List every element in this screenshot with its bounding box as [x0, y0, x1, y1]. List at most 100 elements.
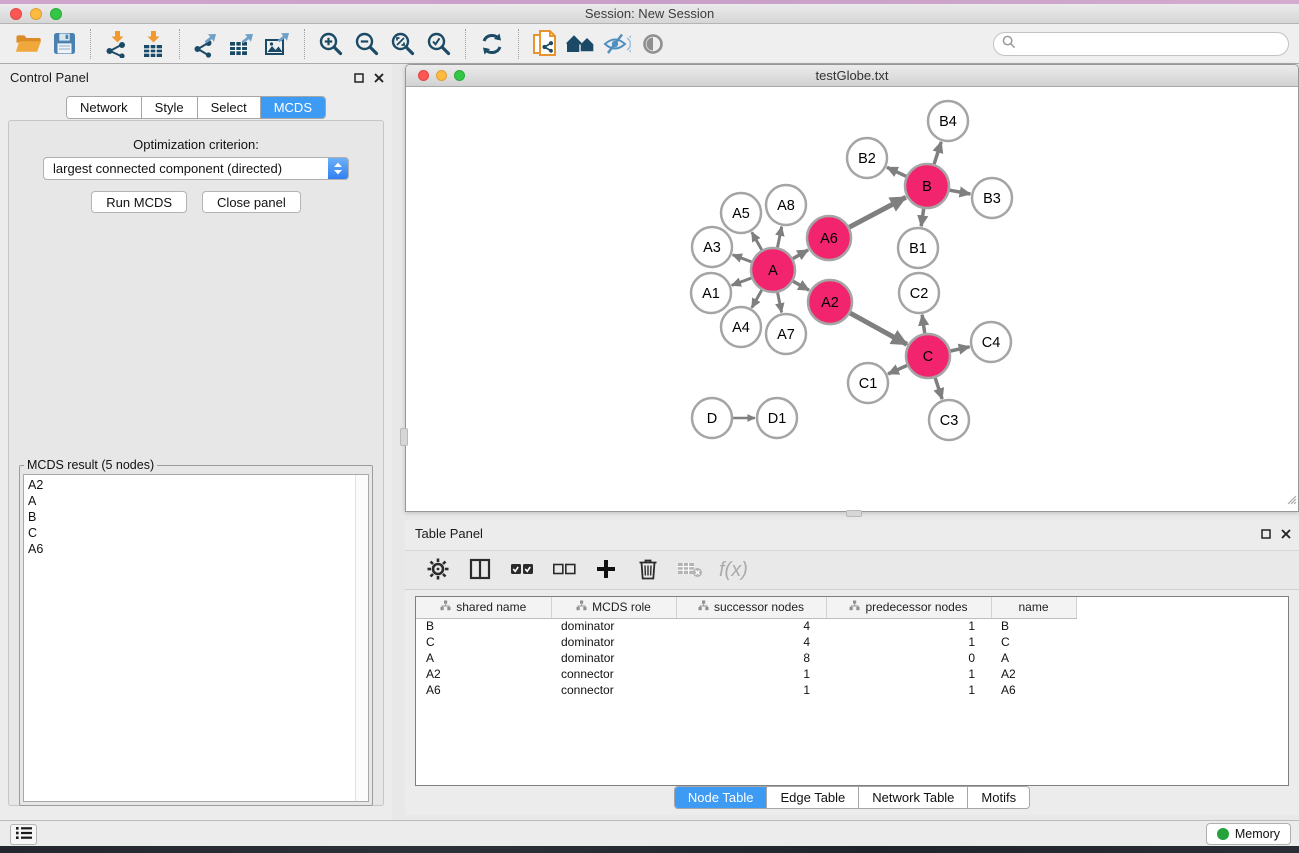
- graph-edge-B-B3[interactable]: [950, 190, 971, 194]
- table-cell[interactable]: dominator: [551, 634, 676, 650]
- graph-edge-B-B2[interactable]: [887, 167, 906, 176]
- graph-edge-C-C4[interactable]: [950, 347, 969, 351]
- run-mcds-button[interactable]: Run MCDS: [91, 191, 187, 213]
- search-input[interactable]: [1020, 36, 1288, 52]
- mcds-result-item[interactable]: A: [28, 493, 368, 509]
- graph-node-D[interactable]: D: [692, 398, 732, 438]
- graph-node-A1[interactable]: A1: [691, 273, 731, 313]
- tab-style[interactable]: Style: [142, 97, 198, 118]
- table-cell[interactable]: connector: [551, 682, 676, 698]
- table-cell[interactable]: A: [416, 650, 551, 666]
- search-field[interactable]: [993, 32, 1289, 56]
- table-cell[interactable]: dominator: [551, 650, 676, 666]
- tab-node-table[interactable]: Node Table: [675, 787, 768, 808]
- table-cell[interactable]: A6: [991, 682, 1076, 698]
- table-cell[interactable]: 8: [676, 650, 826, 666]
- close-panel-action-button[interactable]: Close panel: [202, 191, 301, 213]
- table-cell[interactable]: A2: [416, 666, 551, 682]
- graph-node-B[interactable]: B: [905, 164, 949, 208]
- table-cell[interactable]: C: [416, 634, 551, 650]
- graph-node-A5[interactable]: A5: [721, 193, 761, 233]
- graph-edge-A-A5[interactable]: [752, 232, 762, 250]
- table-cell[interactable]: A6: [416, 682, 551, 698]
- zoom-selected-button[interactable]: [421, 27, 457, 61]
- graph-edge-A-A7[interactable]: [778, 293, 782, 313]
- export-image-button[interactable]: [260, 27, 296, 61]
- table-cell[interactable]: B: [416, 618, 551, 634]
- graph-edge-C-C2[interactable]: [922, 315, 925, 333]
- graph-edge-A-A6[interactable]: [793, 250, 808, 259]
- criterion-select[interactable]: largest connected component (directed): [43, 157, 349, 180]
- table-cell[interactable]: connector: [551, 666, 676, 682]
- unselect-all-columns-button[interactable]: [547, 554, 581, 586]
- column-header-predecessor-nodes[interactable]: predecessor nodes: [826, 597, 991, 618]
- delete-column-button[interactable]: [631, 554, 665, 586]
- table-cell[interactable]: C: [991, 634, 1076, 650]
- resize-grip-icon[interactable]: [1285, 492, 1297, 510]
- show-task-history-button[interactable]: [10, 824, 37, 845]
- float-panel-button[interactable]: [354, 71, 364, 86]
- table-cell[interactable]: A: [991, 650, 1076, 666]
- column-header-successor-nodes[interactable]: successor nodes: [676, 597, 826, 618]
- table-cell[interactable]: A2: [991, 666, 1076, 682]
- open-file-button[interactable]: [10, 27, 46, 61]
- table-cell[interactable]: 1: [826, 666, 991, 682]
- table-cell[interactable]: 1: [826, 682, 991, 698]
- table-cell[interactable]: 4: [676, 618, 826, 634]
- tab-select[interactable]: Select: [198, 97, 261, 118]
- table-cell[interactable]: 0: [826, 650, 991, 666]
- birds-eye-view-button[interactable]: [635, 27, 671, 61]
- export-table-button[interactable]: [224, 27, 260, 61]
- graph-node-A7[interactable]: A7: [766, 314, 806, 354]
- network-horizontal-scrollbar-thumb[interactable]: [846, 510, 862, 517]
- graph-edge-B-B4[interactable]: [934, 142, 941, 164]
- import-table-button[interactable]: [135, 27, 171, 61]
- mcds-result-item[interactable]: A2: [28, 477, 368, 493]
- graph-node-C4[interactable]: C4: [971, 322, 1011, 362]
- tab-network[interactable]: Network: [67, 97, 142, 118]
- delete-table-button[interactable]: [673, 554, 707, 586]
- tab-edge-table[interactable]: Edge Table: [767, 787, 859, 808]
- zoom-out-button[interactable]: [349, 27, 385, 61]
- graph-node-B1[interactable]: B1: [898, 228, 938, 268]
- graph-node-D1[interactable]: D1: [757, 398, 797, 438]
- network-canvas[interactable]: B4B2BB3A8A5A6A3B1AA1C2A2A4A7C4CC1DD1C3: [406, 87, 1298, 511]
- table-row[interactable]: Bdominator41B: [416, 618, 1288, 634]
- table-cell[interactable]: 1: [826, 618, 991, 634]
- network-vertical-scrollbar-thumb[interactable]: [400, 428, 408, 446]
- apply-layout-button[interactable]: [474, 27, 510, 61]
- home-neighbors-button[interactable]: [563, 27, 599, 61]
- close-panel-button[interactable]: [374, 71, 384, 86]
- add-column-button[interactable]: [589, 554, 623, 586]
- column-header-mcds-role[interactable]: MCDS role: [551, 597, 676, 618]
- import-network-button[interactable]: [99, 27, 135, 61]
- table-cell[interactable]: 1: [676, 682, 826, 698]
- new-network-from-selection-button[interactable]: [527, 27, 563, 61]
- graph-node-B2[interactable]: B2: [847, 138, 887, 178]
- graph-edge-C-C1[interactable]: [888, 365, 907, 374]
- graph-edge-A-A4[interactable]: [752, 290, 762, 308]
- tab-motifs[interactable]: Motifs: [968, 787, 1029, 808]
- graph-node-C3[interactable]: C3: [929, 400, 969, 440]
- memory-button[interactable]: Memory: [1206, 823, 1291, 845]
- mcds-result-item[interactable]: C: [28, 525, 368, 541]
- table-cell[interactable]: 4: [676, 634, 826, 650]
- show-column-browser-button[interactable]: [463, 554, 497, 586]
- graph-edge-A2-C[interactable]: [850, 313, 907, 344]
- column-header-shared-name[interactable]: shared name: [416, 597, 551, 618]
- mcds-result-item[interactable]: B: [28, 509, 368, 525]
- export-network-button[interactable]: [188, 27, 224, 61]
- graph-node-A8[interactable]: A8: [766, 185, 806, 225]
- table-row[interactable]: A6connector11A6: [416, 682, 1288, 698]
- zoom-in-button[interactable]: [313, 27, 349, 61]
- column-header-name[interactable]: name: [991, 597, 1076, 618]
- table-cell[interactable]: B: [991, 618, 1076, 634]
- tab-mcds[interactable]: MCDS: [261, 97, 325, 118]
- table-cell[interactable]: 1: [676, 666, 826, 682]
- network-window-titlebar[interactable]: testGlobe.txt: [406, 65, 1298, 87]
- graph-edge-A6-B[interactable]: [849, 197, 905, 227]
- mcds-result-item[interactable]: A6: [28, 541, 368, 557]
- graph-edge-A-A1[interactable]: [732, 278, 752, 285]
- tab-network-table[interactable]: Network Table: [859, 787, 968, 808]
- graph-node-A3[interactable]: A3: [692, 227, 732, 267]
